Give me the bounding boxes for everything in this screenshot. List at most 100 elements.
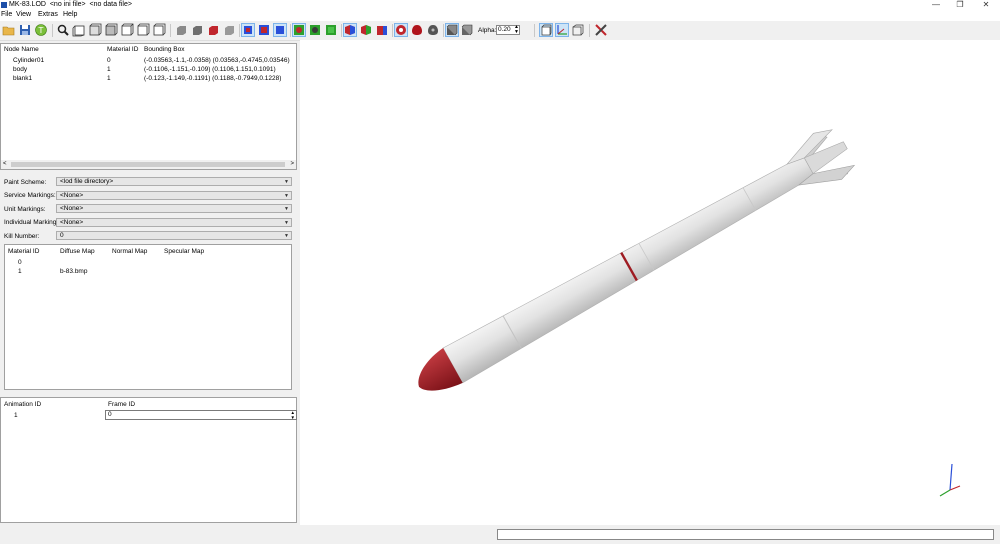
transparency-cube-icon[interactable] bbox=[445, 23, 459, 37]
close-button[interactable]: ✕ bbox=[975, 0, 997, 10]
chevron-down-icon: ▼ bbox=[284, 193, 289, 199]
view-front-cube-icon[interactable] bbox=[72, 23, 86, 37]
chevron-down-icon: ▼ bbox=[284, 220, 289, 226]
zoom-icon[interactable] bbox=[56, 23, 70, 37]
menu-file[interactable]: File bbox=[1, 11, 12, 18]
view-right-cube-icon[interactable] bbox=[120, 23, 134, 37]
light-grey-icon[interactable] bbox=[426, 23, 440, 37]
shade-grey-icon[interactable] bbox=[222, 23, 236, 37]
paint-scheme-select[interactable]: <lod file directory> ▼ bbox=[56, 177, 292, 186]
toolbar-separator bbox=[170, 24, 171, 37]
menu-view[interactable]: View bbox=[16, 11, 31, 18]
light-red-dark-icon[interactable] bbox=[410, 23, 424, 37]
node-name-cell[interactable]: body bbox=[13, 66, 27, 73]
missile-model bbox=[418, 129, 856, 391]
display-solid-red-icon[interactable] bbox=[257, 23, 271, 37]
kill-number-label: Kill Number: bbox=[4, 233, 40, 240]
grid-cube-icon[interactable] bbox=[539, 23, 553, 37]
node-material-cell[interactable]: 0 bbox=[107, 57, 111, 64]
scroll-left-icon[interactable]: < bbox=[3, 160, 7, 169]
scroll-right-icon[interactable]: > bbox=[290, 160, 294, 169]
menu-extras[interactable]: Extras bbox=[38, 11, 58, 18]
node-bbox-cell[interactable]: (-0.123,-1.149,-0.1191) (0.1188,-0.7949,… bbox=[144, 75, 281, 82]
green-cube-dark-icon[interactable] bbox=[308, 23, 322, 37]
red-blue-box-icon[interactable] bbox=[375, 23, 389, 37]
header-normal-map[interactable]: Normal Map bbox=[112, 248, 147, 255]
animation-id-cell[interactable]: 1 bbox=[14, 412, 18, 419]
service-markings-value: <None> bbox=[60, 192, 84, 199]
spin-down-icon[interactable]: ▼ bbox=[291, 415, 295, 420]
node-name-cell[interactable]: blank1 bbox=[13, 75, 32, 82]
individual-markings-value: <None> bbox=[60, 219, 84, 226]
animation-panel: Animation ID Frame ID 1 0 ▲ ▼ bbox=[0, 397, 297, 523]
view-back-cube-icon[interactable] bbox=[88, 23, 102, 37]
header-bounding-box[interactable]: Bounding Box bbox=[144, 46, 184, 53]
view-left-cube-icon[interactable] bbox=[104, 23, 118, 37]
save-icon[interactable] bbox=[18, 23, 32, 37]
shade-smooth-icon[interactable] bbox=[190, 23, 204, 37]
bounding-box-icon[interactable] bbox=[571, 23, 585, 37]
node-name-cell[interactable]: Cylinder01 bbox=[13, 57, 44, 64]
unit-markings-value: <None> bbox=[60, 205, 84, 212]
unit-markings-select[interactable]: <None> ▼ bbox=[56, 204, 292, 213]
restore-button[interactable]: ❐ bbox=[949, 0, 971, 10]
material-id-cell[interactable]: 1 bbox=[18, 268, 22, 275]
texture-reload-icon[interactable]: T bbox=[34, 23, 48, 37]
display-wireframe-blue-icon[interactable] bbox=[241, 23, 255, 37]
shade-red-icon[interactable] bbox=[206, 23, 220, 37]
progress-bar bbox=[497, 529, 994, 540]
red-blue-shape-icon[interactable] bbox=[343, 23, 357, 37]
green-cube-icon[interactable] bbox=[324, 23, 338, 37]
scrollbar-thumb[interactable] bbox=[11, 162, 285, 167]
header-node-name[interactable]: Node Name bbox=[4, 46, 39, 53]
display-blue-cube-icon[interactable] bbox=[273, 23, 287, 37]
header-frame-id[interactable]: Frame ID bbox=[108, 401, 135, 408]
axes-icon[interactable] bbox=[555, 23, 569, 37]
shade-flat-icon[interactable] bbox=[174, 23, 188, 37]
view-top-cube-icon[interactable] bbox=[136, 23, 150, 37]
service-markings-select[interactable]: <None> ▼ bbox=[56, 191, 292, 200]
chevron-down-icon: ▼ bbox=[284, 206, 289, 212]
tools-icon[interactable] bbox=[594, 23, 608, 37]
horizontal-scrollbar[interactable]: < > bbox=[1, 160, 296, 169]
alpha-spinbox[interactable]: 0.20 ▲ ▼ bbox=[496, 25, 520, 35]
open-folder-icon[interactable] bbox=[2, 23, 16, 37]
menu-help[interactable]: Help bbox=[63, 11, 77, 18]
header-material-id[interactable]: Material ID bbox=[8, 248, 39, 255]
header-diffuse-map[interactable]: Diffuse Map bbox=[60, 248, 95, 255]
node-bbox-cell[interactable]: (-0.03563,-1.1,-0.0358) (0.03563,-0.4745… bbox=[144, 57, 290, 64]
frame-id-value: 0 bbox=[108, 411, 112, 418]
alpha-label: Alpha: bbox=[478, 27, 497, 34]
axis-gizmo bbox=[939, 463, 961, 497]
kill-number-select[interactable]: 0 ▼ bbox=[56, 231, 292, 240]
individual-markings-select[interactable]: <None> ▼ bbox=[56, 218, 292, 227]
frame-id-spinbox[interactable]: 0 ▲ ▼ bbox=[105, 410, 297, 420]
toolbar-separator bbox=[392, 24, 393, 37]
toolbar-separator bbox=[239, 24, 240, 37]
paint-scheme-label: Paint Scheme: bbox=[4, 179, 47, 186]
red-green-shape-icon[interactable] bbox=[359, 23, 373, 37]
transparency-cube-dark-icon[interactable] bbox=[460, 23, 474, 37]
unit-markings-label: Unit Markings: bbox=[4, 206, 46, 213]
svg-text:T: T bbox=[38, 26, 44, 35]
spin-down-icon[interactable]: ▼ bbox=[514, 30, 519, 35]
node-material-cell[interactable]: 1 bbox=[107, 66, 111, 73]
toolbar-separator bbox=[443, 24, 444, 37]
light-red-icon[interactable] bbox=[394, 23, 408, 37]
diffuse-map-cell[interactable]: b-83.bmp bbox=[60, 268, 87, 275]
node-material-cell[interactable]: 1 bbox=[107, 75, 111, 82]
toolbar: T Alpha: 0.20 ▲ ▼ bbox=[0, 21, 1000, 41]
header-animation-id[interactable]: Animation ID bbox=[4, 401, 41, 408]
service-markings-label: Service Markings: bbox=[4, 192, 56, 199]
paint-scheme-value: <lod file directory> bbox=[60, 178, 114, 185]
header-material-id[interactable]: Material ID bbox=[107, 46, 138, 53]
toolbar-separator bbox=[534, 24, 535, 37]
title-bar: MK-83.LOD <no ini file> <no data file> —… bbox=[0, 0, 1000, 10]
header-specular-map[interactable]: Specular Map bbox=[164, 248, 204, 255]
material-id-cell[interactable]: 0 bbox=[18, 259, 22, 266]
node-bbox-cell[interactable]: (-0.1106,-1.151,-0.109) (0.1106,1.151,0.… bbox=[144, 66, 276, 73]
green-red-cube-icon[interactable] bbox=[292, 23, 306, 37]
view-bottom-cube-icon[interactable] bbox=[152, 23, 166, 37]
minimize-button[interactable]: — bbox=[925, 0, 947, 10]
3d-viewport[interactable] bbox=[300, 40, 1000, 525]
